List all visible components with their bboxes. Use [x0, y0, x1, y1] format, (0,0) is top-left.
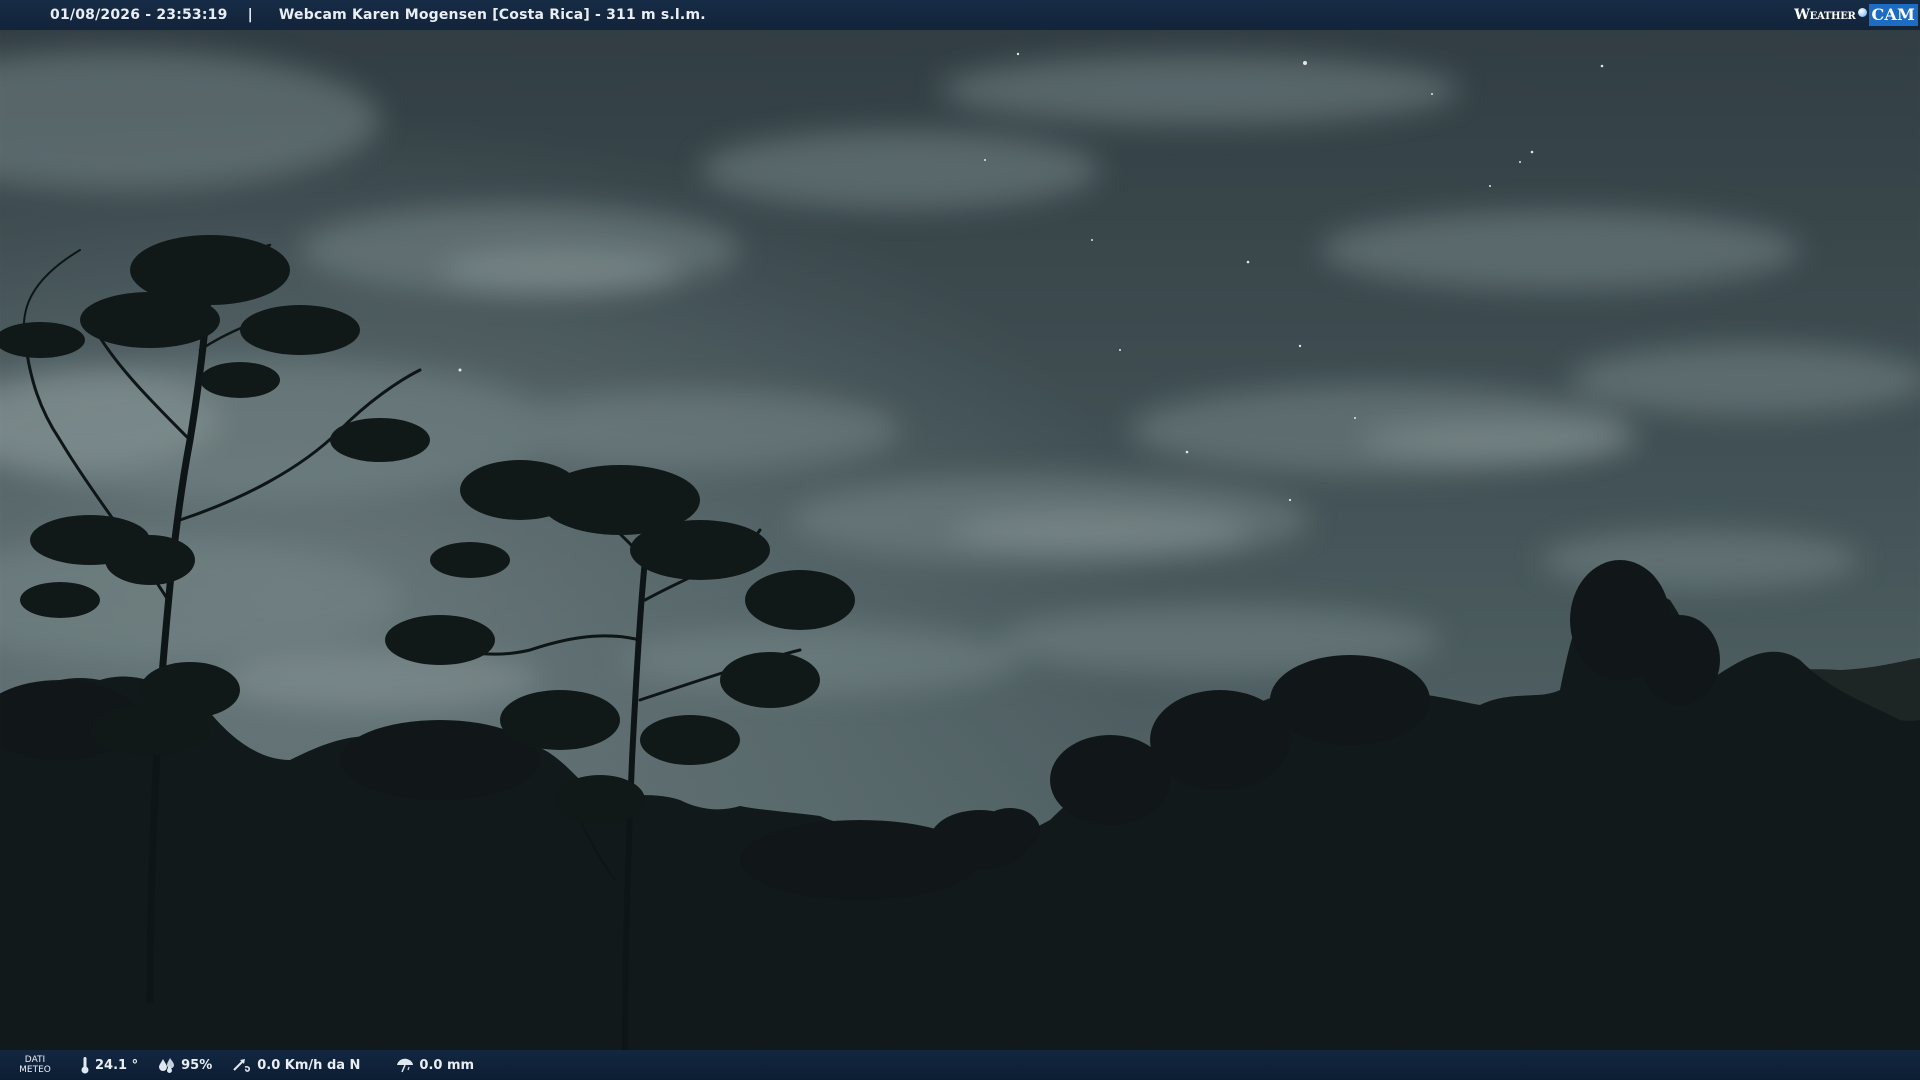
rain-umbrella-icon	[397, 1058, 414, 1073]
top-info-bar: 01/08/2026 - 23:53:19 | Webcam Karen Mog…	[0, 0, 1920, 30]
webcam-frame: 01/08/2026 - 23:53:19 | Webcam Karen Mog…	[0, 0, 1920, 1080]
wind-icon	[233, 1059, 251, 1072]
logo-cam-text: CAM	[1868, 4, 1918, 26]
weather-data-label-line2: METEO	[19, 1065, 51, 1075]
timestamp: 01/08/2026 - 23:53:19	[50, 7, 228, 23]
logo-weather-text: Weather	[1794, 7, 1856, 23]
weather-data-label-line1: DATI	[24, 1055, 46, 1065]
wind-reading: 0.0 Km/h da N	[232, 1057, 360, 1073]
noise-overlay	[0, 0, 1920, 1080]
humidity-value: 95%	[181, 1057, 213, 1073]
separator: |	[247, 7, 253, 23]
temperature-reading: 24.1 °	[80, 1056, 138, 1074]
temperature-value: 24.1 °	[95, 1057, 139, 1073]
humidity-reading: 95%	[158, 1057, 212, 1073]
weathercam-logo[interactable]: Weather CAM	[1794, 3, 1918, 27]
logo-globe-icon	[1857, 7, 1867, 17]
webcam-title: Webcam Karen Mogensen [Costa Rica] - 311…	[278, 7, 706, 23]
webcam-image	[0, 0, 1920, 1080]
humidity-drops-icon	[159, 1058, 175, 1073]
weather-data-label: DATI METEO	[10, 1055, 60, 1075]
weather-data-bar: DATI METEO 24.1 ° 95% 0.0 Km/h da N 0.0 …	[0, 1050, 1920, 1080]
wind-value: 0.0 Km/h da N	[257, 1057, 361, 1073]
rain-value: 0.0 mm	[419, 1057, 475, 1073]
thermometer-icon	[81, 1057, 89, 1074]
rain-reading: 0.0 mm	[396, 1057, 474, 1073]
